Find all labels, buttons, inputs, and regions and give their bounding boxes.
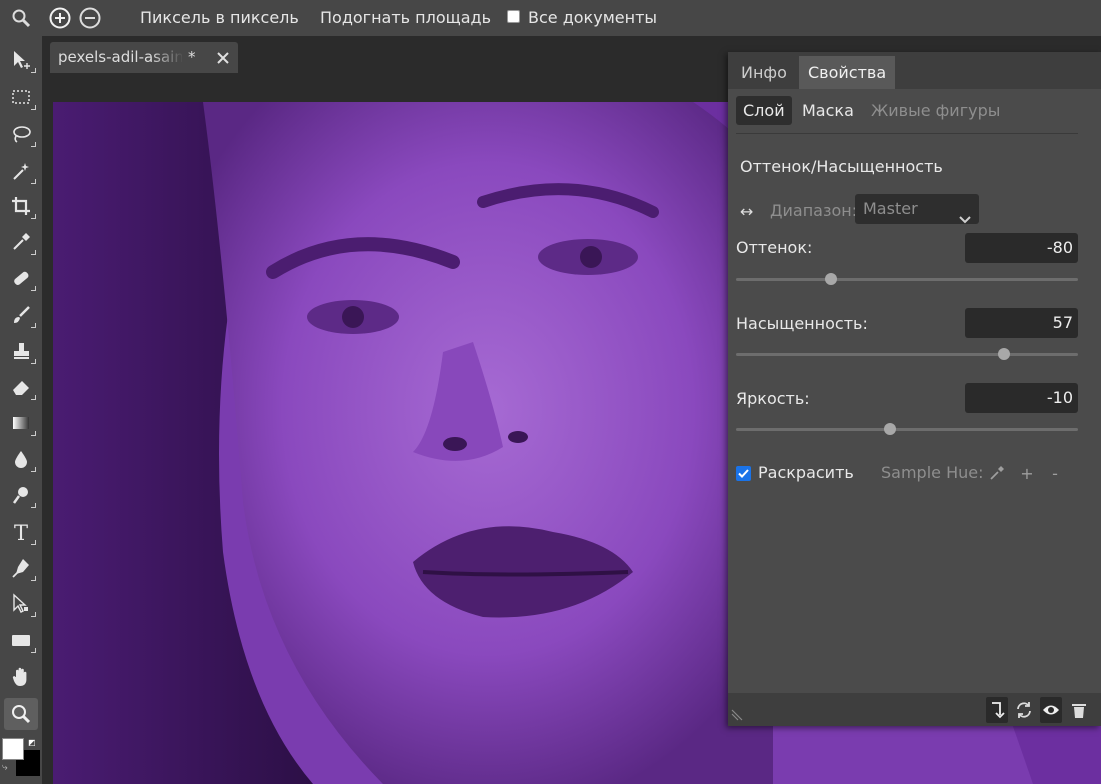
hue-slider-knob[interactable] (825, 273, 837, 285)
clone-stamp-tool-icon[interactable] (4, 335, 38, 367)
hue-input[interactable]: -80 (965, 233, 1078, 263)
blur-tool-icon[interactable] (4, 443, 38, 475)
options-bar: Пиксель в пиксель Подогнать площадь Все … (0, 0, 1101, 36)
fit-area-button[interactable]: Подогнать площадь (320, 8, 491, 27)
sample-hue-eyedropper-icon[interactable] (986, 462, 1008, 484)
hue-slider[interactable] (736, 273, 1078, 285)
sample-hue-add-button[interactable]: + (1016, 462, 1038, 484)
resize-grip-icon[interactable] (730, 707, 744, 726)
tab-info[interactable]: Инфо (732, 56, 796, 89)
rectangle-tool-icon[interactable] (4, 624, 38, 656)
range-arrows-icon: ↔ (740, 202, 754, 221)
saturation-slider[interactable] (736, 348, 1078, 360)
chevron-down-icon (959, 204, 971, 234)
saturation-slider-knob[interactable] (998, 348, 1011, 360)
range-select-value: Master (863, 199, 918, 218)
range-select[interactable]: Master (855, 194, 979, 224)
document-tab[interactable]: pexels-adil-asain * (50, 42, 238, 73)
document-modified-mark: * (188, 48, 196, 66)
panel-tabs: Инфо Свойства (728, 52, 1101, 89)
zoom-in-button[interactable] (48, 6, 72, 30)
magic-wand-tool-icon[interactable] (4, 155, 38, 187)
move-tool-icon[interactable] (4, 44, 38, 76)
colorize-label[interactable]: Раскрасить (758, 463, 854, 482)
delete-trash-icon[interactable] (1068, 697, 1090, 723)
eyedropper-tool-icon[interactable] (4, 226, 38, 258)
tools-panel: T (0, 36, 42, 784)
sample-hue-label: Sample Hue: (881, 463, 984, 482)
sample-hue-remove-button[interactable]: - (1044, 462, 1066, 484)
saturation-label: Насыщенность: (736, 314, 868, 333)
reset-adjustment-icon[interactable] (1013, 697, 1035, 723)
healing-brush-tool-icon[interactable] (4, 262, 38, 294)
pixel-to-pixel-button[interactable]: Пиксель в пиксель (140, 8, 299, 27)
marquee-select-tool-icon[interactable] (4, 81, 38, 113)
foreground-color-swatch[interactable] (2, 738, 24, 760)
subtab-mask[interactable]: Маска (795, 96, 861, 125)
divider (736, 133, 1078, 134)
range-label: Диапазон: (770, 201, 858, 220)
clip-to-layer-icon[interactable] (986, 697, 1008, 723)
zoom-out-button[interactable] (78, 6, 102, 30)
crop-tool-icon[interactable] (4, 190, 38, 222)
colorize-checkbox[interactable] (736, 466, 751, 481)
properties-panel: Инфо Свойства Слой Маска Живые фигуры От… (728, 52, 1101, 726)
dodge-tool-icon[interactable] (4, 479, 38, 511)
eraser-tool-icon[interactable] (4, 371, 38, 403)
saturation-input[interactable]: 57 (965, 308, 1078, 338)
path-select-tool-icon[interactable] (4, 588, 38, 620)
zoom-tool-button[interactable] (4, 698, 38, 730)
hand-tool-icon[interactable] (4, 661, 38, 693)
hue-label: Оттенок: (736, 238, 813, 257)
swap-colors-icon[interactable]: ◩ (28, 738, 36, 747)
brush-tool-icon[interactable] (4, 299, 38, 331)
all-documents-checkbox[interactable] (507, 10, 520, 23)
all-documents-label[interactable]: Все документы (528, 8, 657, 27)
panel-footer (728, 693, 1101, 726)
pen-tool-icon[interactable] (4, 552, 38, 584)
text-tool-icon[interactable]: T (4, 516, 38, 548)
close-tab-icon[interactable] (216, 50, 230, 64)
svg-text:T: T (14, 521, 28, 543)
lightness-slider[interactable] (736, 423, 1078, 435)
subtab-layer[interactable]: Слой (736, 96, 792, 125)
lasso-tool-icon[interactable] (4, 118, 38, 150)
reset-colors-icon[interactable]: ⤷ (2, 762, 8, 773)
adjustment-title: Оттенок/Насыщенность (740, 157, 943, 176)
zoom-tool-icon (9, 6, 33, 30)
lightness-slider-knob[interactable] (883, 423, 896, 435)
subtab-live-shapes[interactable]: Живые фигуры (864, 96, 1007, 125)
lightness-input[interactable]: -10 (965, 383, 1078, 413)
lightness-label: Яркость: (736, 389, 810, 408)
toggle-visibility-eye-icon[interactable] (1040, 697, 1062, 723)
gradient-tool-icon[interactable] (4, 407, 38, 439)
tab-properties[interactable]: Свойства (799, 56, 896, 89)
